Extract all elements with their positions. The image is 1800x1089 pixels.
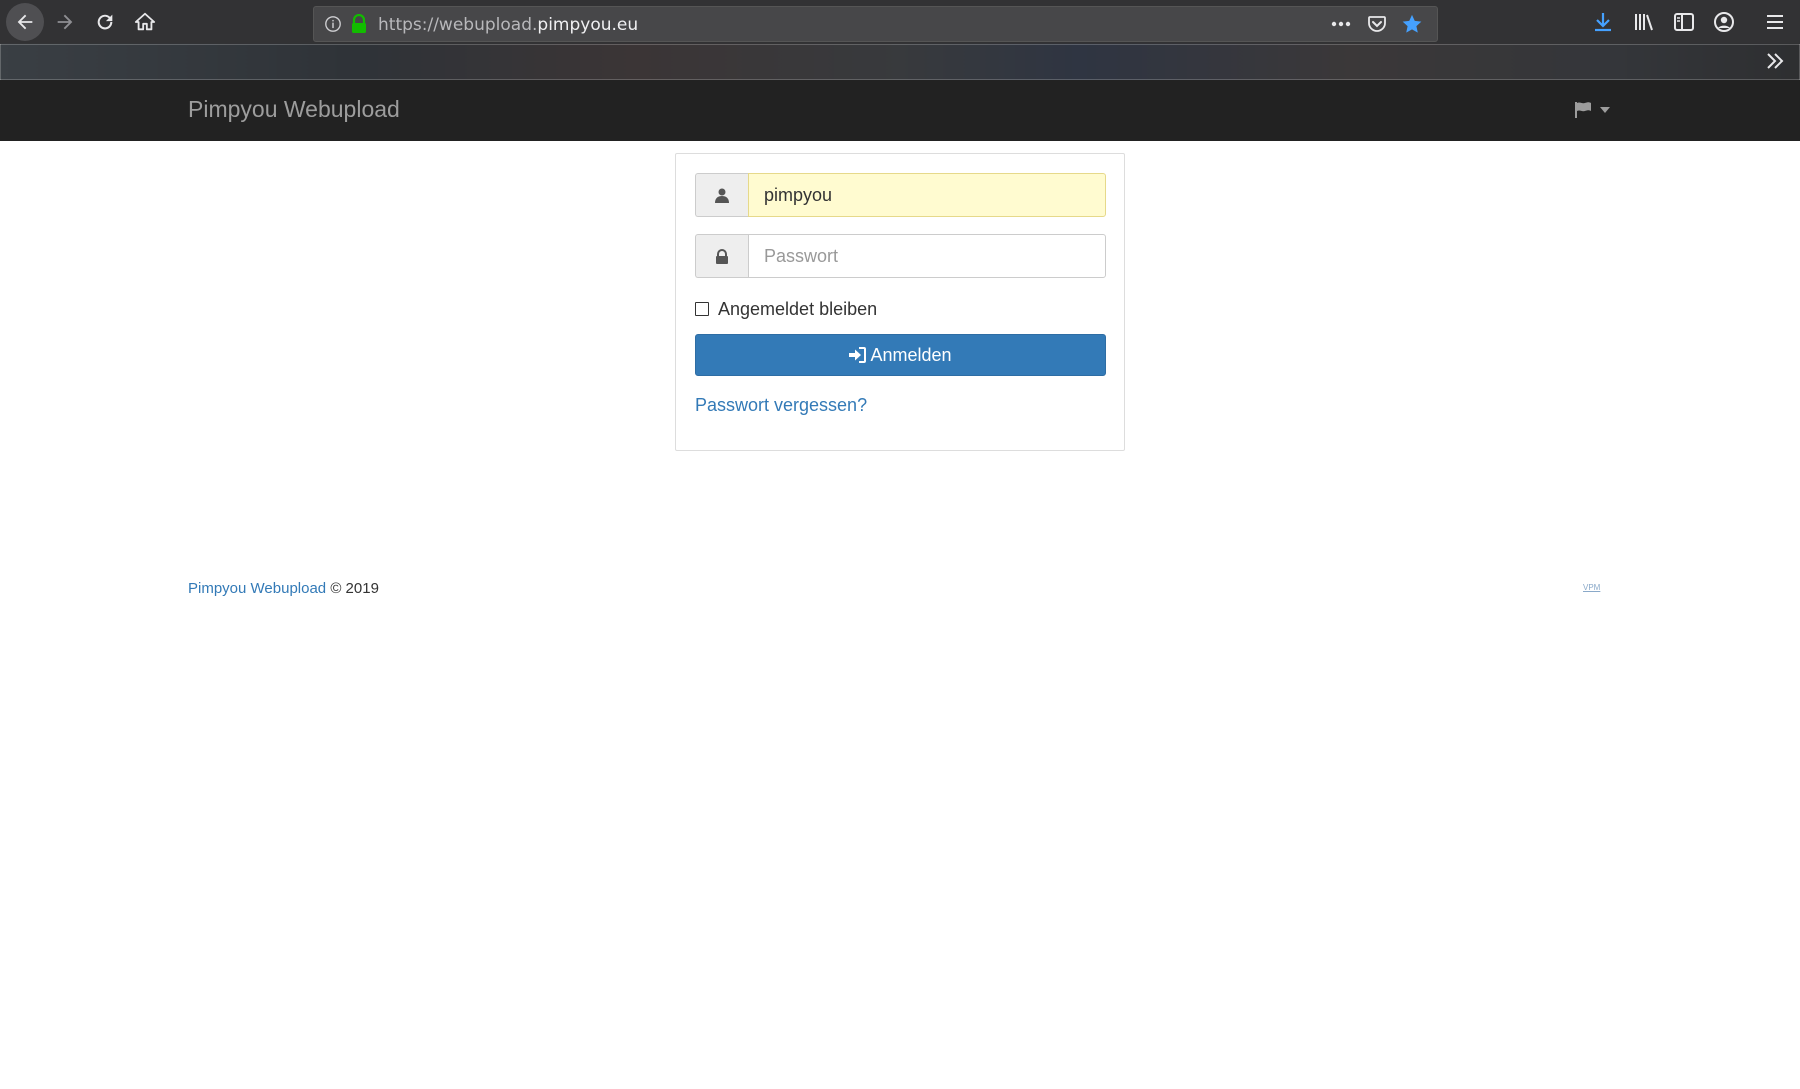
url-domain: pimpyou.eu	[537, 15, 639, 35]
remember-checkbox[interactable]	[695, 302, 709, 316]
url-text[interactable]: https://webupload.pimpyou.eu	[378, 15, 638, 35]
star-icon[interactable]	[1401, 13, 1423, 35]
url-prefix: https://webupload.	[378, 15, 538, 35]
arrow-left-icon	[17, 14, 33, 30]
reload-icon	[97, 14, 113, 30]
bookmarks-toolbar	[0, 44, 1800, 80]
pocket-icon[interactable]	[1367, 14, 1387, 34]
forgot-password-link[interactable]: Passwort vergessen?	[695, 395, 867, 416]
sidebar-icon[interactable]	[1673, 11, 1695, 33]
ellipsis-icon[interactable]	[1329, 15, 1353, 33]
footer-copyright: Pimpyou Webupload © 2019	[188, 580, 379, 597]
footer-brand-link[interactable]: Pimpyou Webupload	[188, 580, 326, 597]
password-input[interactable]	[748, 234, 1106, 278]
site-navbar: Pimpyou Webupload	[0, 80, 1800, 141]
language-dropdown[interactable]	[1574, 98, 1616, 122]
arrow-right-icon	[57, 14, 73, 30]
remember-me[interactable]: Angemeldet bleiben	[695, 298, 877, 320]
username-group	[695, 173, 1106, 217]
brand-link[interactable]: Pimpyou Webupload	[188, 96, 400, 123]
lock-icon[interactable]	[350, 14, 368, 34]
password-group	[695, 234, 1106, 278]
login-button-label: Anmelden	[870, 344, 952, 365]
sign-in-icon	[849, 347, 867, 363]
flag-icon	[1575, 102, 1591, 118]
username-input[interactable]	[748, 173, 1106, 217]
caret-down-icon	[1600, 107, 1610, 113]
info-icon[interactable]	[324, 15, 342, 33]
download-icon[interactable]	[1592, 11, 1614, 33]
username-addon	[695, 173, 748, 217]
library-icon[interactable]	[1633, 11, 1655, 33]
home-button[interactable]	[128, 5, 162, 39]
forward-button[interactable]	[48, 5, 82, 39]
remember-label: Angemeldet bleiben	[718, 298, 878, 319]
home-icon	[134, 12, 156, 31]
lock-icon	[716, 248, 728, 264]
reload-button[interactable]	[88, 5, 122, 39]
footer-vpm-link[interactable]: VPM	[1583, 583, 1600, 592]
password-addon	[695, 234, 748, 278]
footer-copyright-text: © 2019	[330, 580, 379, 597]
browser-toolbar: https://webupload.pimpyou.eu	[0, 0, 1800, 44]
back-button[interactable]	[6, 3, 44, 41]
login-panel: Angemeldet bleiben Anmelden Passwort ver…	[675, 153, 1125, 451]
account-icon[interactable]	[1713, 11, 1735, 33]
user-icon	[715, 188, 729, 203]
url-bar[interactable]: https://webupload.pimpyou.eu	[313, 6, 1438, 42]
chevron-double-right-icon[interactable]	[1764, 50, 1786, 72]
login-button[interactable]: Anmelden	[695, 334, 1106, 376]
hamburger-icon[interactable]	[1764, 11, 1786, 33]
